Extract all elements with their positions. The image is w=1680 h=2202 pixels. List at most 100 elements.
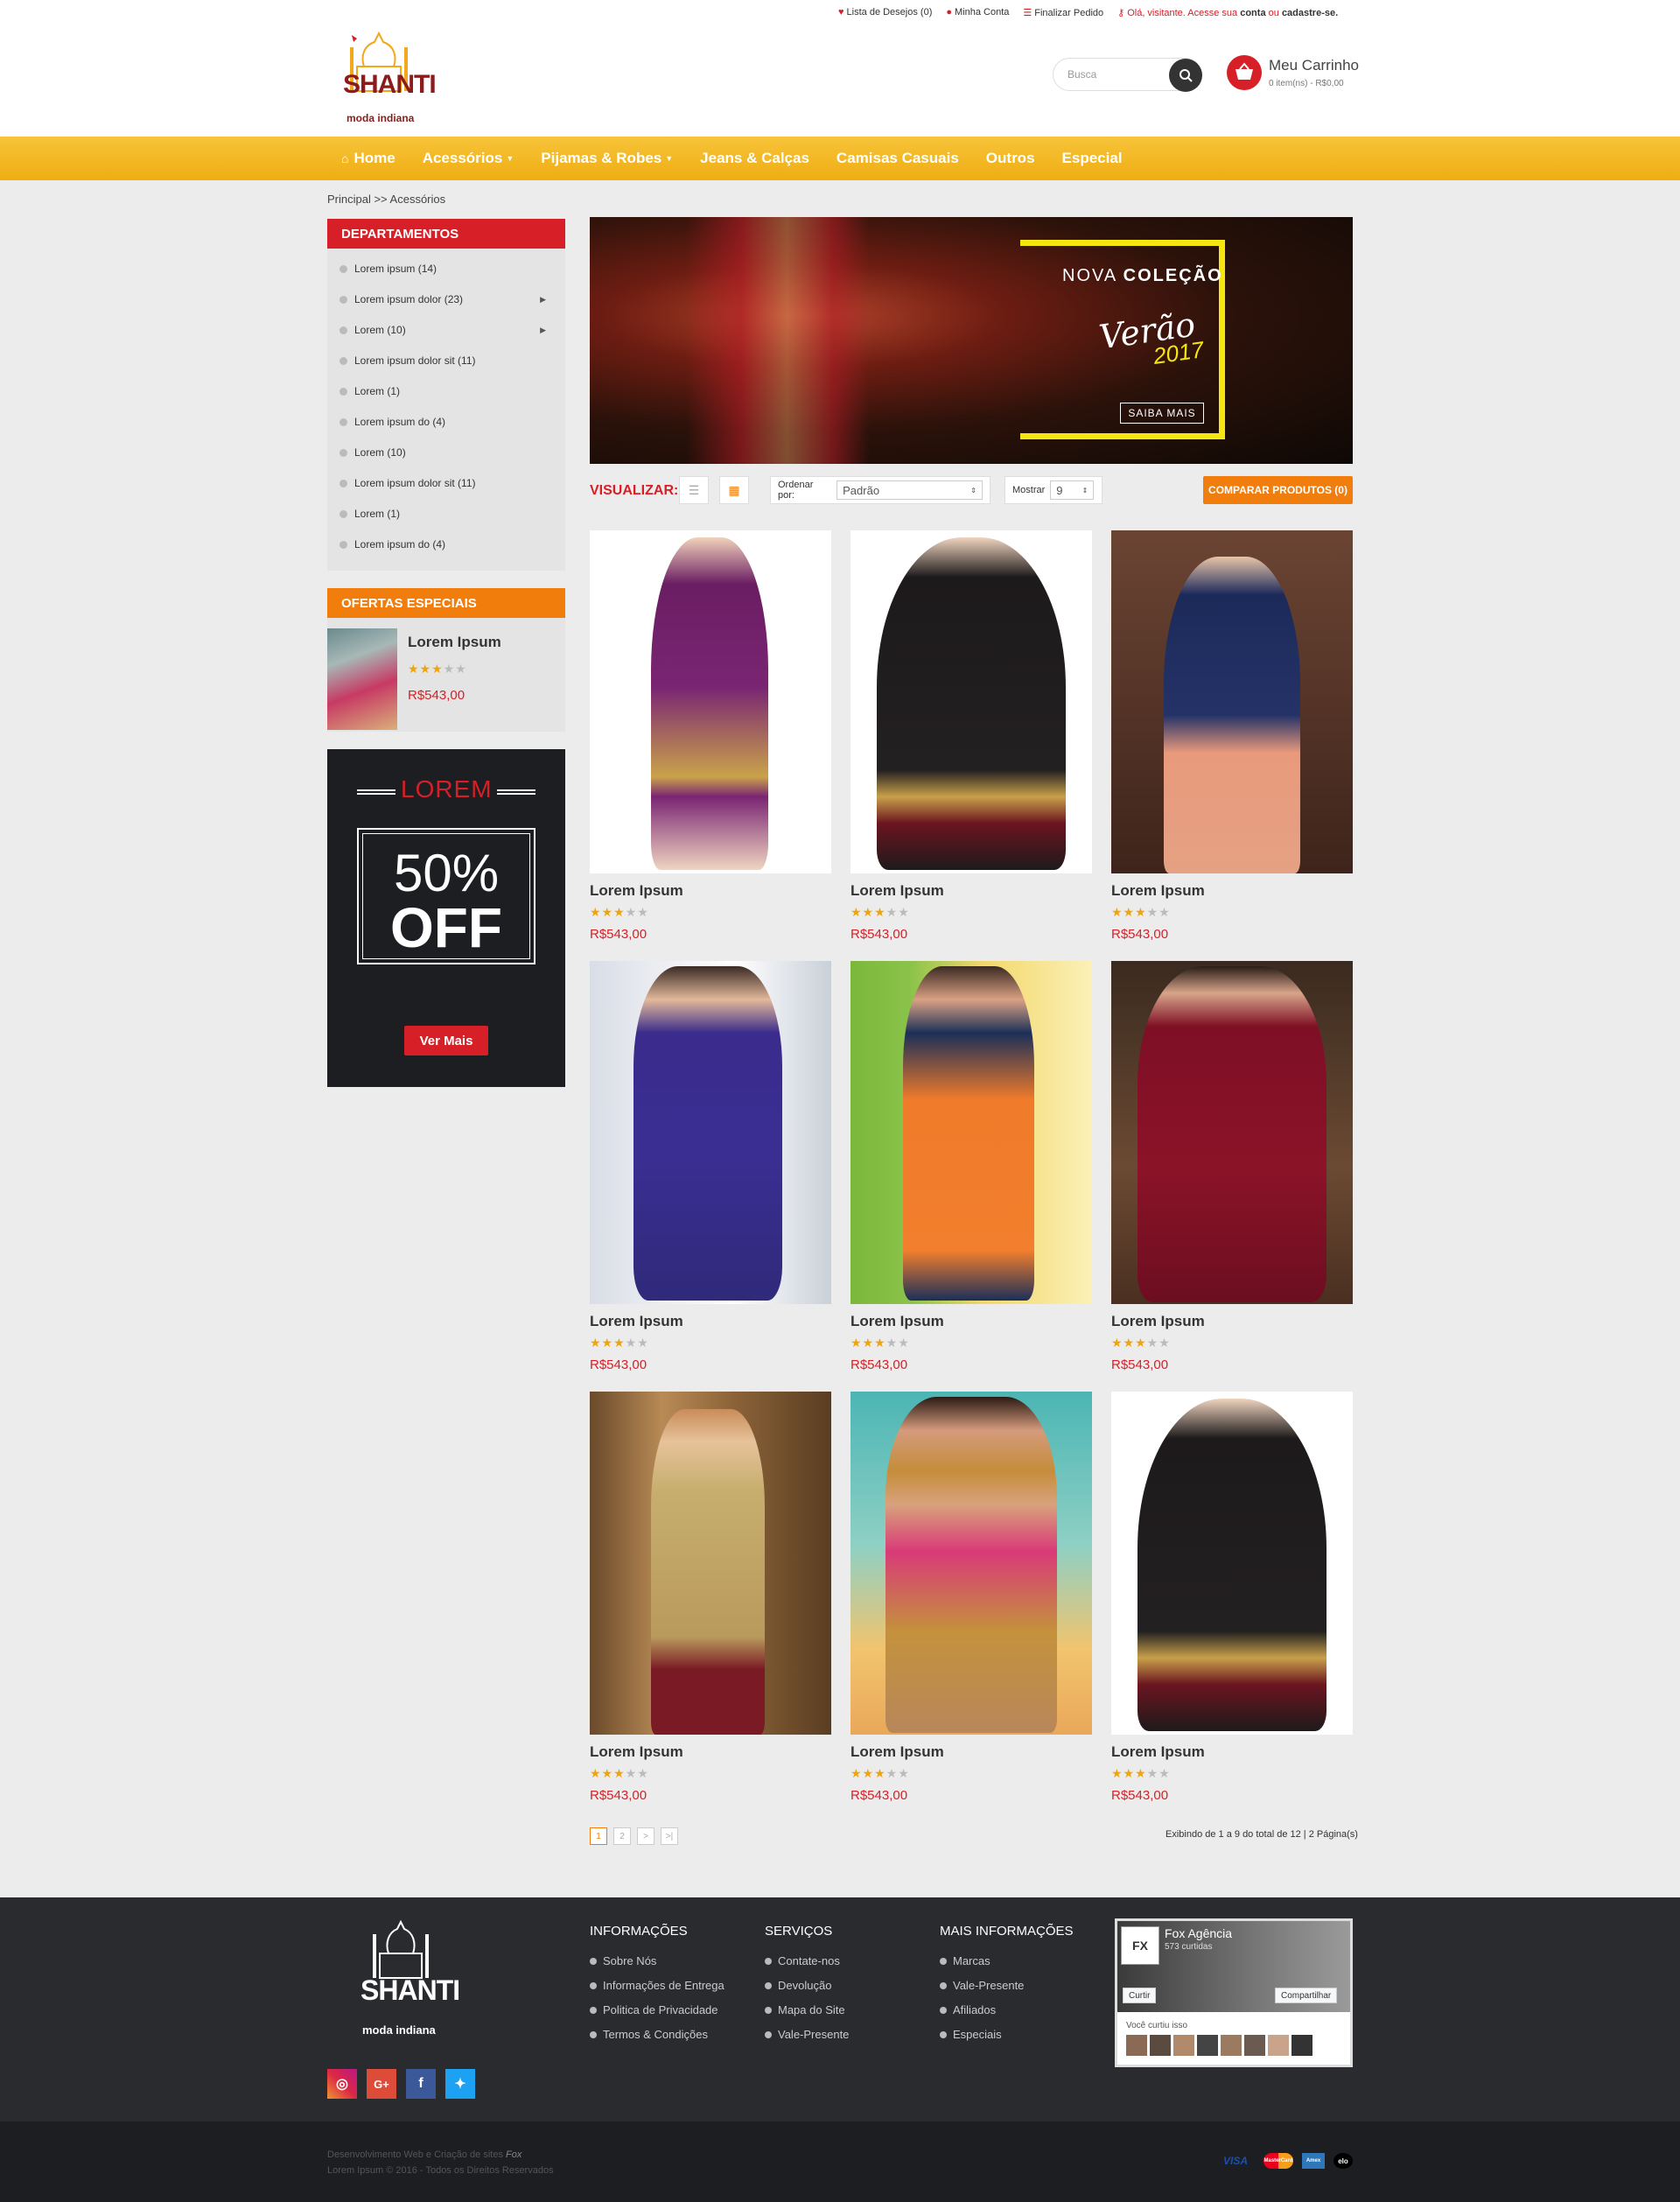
footer-link[interactable]: Contate-nos <box>765 1954 849 1967</box>
login-link[interactable]: conta <box>1240 8 1265 18</box>
fb-like-button[interactable]: Curtir <box>1123 1988 1157 2003</box>
product-card[interactable]: Lorem Ipsum ★★★★★ R$543,00 <box>590 1392 831 1803</box>
product-image[interactable] <box>590 961 831 1304</box>
product-name[interactable]: Lorem Ipsum <box>590 882 831 900</box>
offer-image[interactable] <box>327 628 397 730</box>
nav-pijamas[interactable]: Pijamas & Robes ▼ <box>541 150 673 167</box>
grid-view-button[interactable]: ▦ <box>719 476 749 504</box>
footer-link[interactable]: Afiliados <box>940 2003 1074 2016</box>
caret-down-icon: ▼ <box>506 154 514 163</box>
compare-button[interactable]: COMPARAR PRODUTOS (0) <box>1203 476 1353 504</box>
product-image[interactable] <box>590 530 831 873</box>
product-card[interactable]: Lorem Ipsum ★★★★★ R$543,00 <box>1111 530 1353 942</box>
product-name[interactable]: Lorem Ipsum <box>850 1313 1092 1330</box>
product-name[interactable]: Lorem Ipsum <box>850 1743 1092 1761</box>
page-1[interactable]: 1 <box>590 1827 607 1845</box>
department-item[interactable]: Lorem ipsum do (4) <box>340 538 553 550</box>
twitter-icon[interactable]: ✦ <box>445 2069 475 2099</box>
nav-outros[interactable]: Outros <box>986 150 1035 167</box>
list-view-button[interactable]: ☰ <box>679 476 709 504</box>
page-next[interactable]: > <box>637 1827 654 1845</box>
account-link[interactable]: ● Minha Conta <box>946 7 1009 18</box>
avatar <box>1244 2035 1265 2056</box>
department-item[interactable]: Lorem (10) ▶ <box>340 324 553 336</box>
footer-link[interactable]: Informações de Entrega <box>590 1979 724 1992</box>
facebook-icon[interactable]: f <box>406 2069 436 2099</box>
greeting: ⚷ Olá, visitante. Acesse sua conta ou cad… <box>1117 8 1339 18</box>
product-name[interactable]: Lorem Ipsum <box>1111 882 1353 900</box>
product-name[interactable]: Lorem Ipsum <box>850 882 1092 900</box>
product-card[interactable]: Lorem Ipsum ★★★★★ R$543,00 <box>1111 961 1353 1372</box>
show-select[interactable]: 9 ⇕ <box>1050 480 1095 500</box>
product-card[interactable]: Lorem Ipsum ★★★★★ R$543,00 <box>850 961 1092 1372</box>
nav-camisas[interactable]: Camisas Casuais <box>836 150 959 167</box>
footer-link[interactable]: Marcas <box>940 1954 1074 1967</box>
header: ♥ Lista de Desejos (0) ● Minha Conta ☰ Fina… <box>0 0 1680 137</box>
footer-link[interactable]: Vale-Presente <box>940 1979 1074 1992</box>
product-card[interactable]: Lorem Ipsum ★★★★★ R$543,00 <box>1111 1392 1353 1803</box>
product-name[interactable]: Lorem Ipsum <box>590 1313 831 1330</box>
product-image[interactable] <box>850 530 1092 873</box>
footer-link[interactable]: Politica de Privacidade <box>590 2003 724 2016</box>
banner-cta[interactable]: SAIBA MAIS <box>1120 403 1204 424</box>
product-card[interactable]: Lorem Ipsum ★★★★★ R$543,00 <box>850 530 1092 942</box>
department-item[interactable]: Lorem (1) <box>340 385 553 397</box>
product-name[interactable]: Lorem Ipsum <box>1111 1313 1353 1330</box>
product-name[interactable]: Lorem Ipsum <box>1111 1743 1353 1761</box>
department-item[interactable]: Lorem ipsum do (4) <box>340 416 553 428</box>
footer-link[interactable]: Especiais <box>940 2028 1074 2041</box>
nav-home[interactable]: ⌂ Home <box>341 150 396 167</box>
nav-jeans[interactable]: Jeans & Calças <box>700 150 809 167</box>
mastercard-icon: MasterCard <box>1264 2153 1293 2169</box>
department-item[interactable]: Lorem ipsum dolor sit (11) <box>340 354 553 367</box>
facebook-page-widget[interactable]: FX Fox Agência 573 curtidas Curtir Compa… <box>1115 1918 1353 2067</box>
wishlist-link[interactable]: ♥ Lista de Desejos (0) <box>838 7 932 18</box>
product-card[interactable]: Lorem Ipsum ★★★★★ R$543,00 <box>590 961 831 1372</box>
product-rating: ★★★★★ <box>1111 905 1171 919</box>
product-image[interactable] <box>590 1392 831 1735</box>
top-links: ♥ Lista de Desejos (0) ● Minha Conta ☰ Fina… <box>838 7 1338 18</box>
checkout-link[interactable]: ☰ Finalizar Pedido <box>1023 7 1103 18</box>
offer-name[interactable]: Lorem Ipsum <box>408 634 501 651</box>
product-image[interactable] <box>1111 530 1353 873</box>
nav-acessorios[interactable]: Acessórios ▼ <box>423 150 514 167</box>
list-icon: ☰ <box>1023 8 1032 18</box>
department-item[interactable]: Lorem ipsum dolor (23) ▶ <box>340 293 553 305</box>
product-image[interactable] <box>1111 961 1353 1304</box>
product-image[interactable] <box>1111 1392 1353 1735</box>
department-item[interactable]: Lorem ipsum (14) <box>340 263 553 275</box>
page-2[interactable]: 2 <box>613 1827 631 1845</box>
footer-link[interactable]: Mapa do Site <box>765 2003 849 2016</box>
google-plus-icon[interactable]: G+ <box>367 2069 396 2099</box>
footer-link[interactable]: Vale-Presente <box>765 2028 849 2041</box>
department-item[interactable]: Lorem (10) <box>340 446 553 459</box>
footer-link[interactable]: Sobre Nós <box>590 1954 724 1967</box>
promo-button[interactable]: Ver Mais <box>404 1026 488 1055</box>
search-input[interactable]: Busca <box>1068 68 1096 81</box>
sort-select[interactable]: Padrão ⇕ <box>836 480 983 500</box>
product-name[interactable]: Lorem Ipsum <box>590 1743 831 1761</box>
breadcrumb[interactable]: Principal >> Acessórios <box>327 193 445 206</box>
product-card[interactable]: Lorem Ipsum ★★★★★ R$543,00 <box>590 530 831 942</box>
fox-brand[interactable]: Fox <box>506 2149 522 2160</box>
fb-page-name[interactable]: Fox Agência <box>1165 1926 1232 1940</box>
nav-especial[interactable]: Especial <box>1062 150 1123 167</box>
search-box[interactable]: Busca <box>1053 58 1202 92</box>
department-item[interactable]: Lorem (1) <box>340 508 553 520</box>
product-rating: ★★★★★ <box>850 1766 910 1780</box>
fb-share-button[interactable]: Compartilhar <box>1275 1988 1338 2003</box>
product-image[interactable] <box>850 1392 1092 1735</box>
register-link[interactable]: cadastre-se. <box>1282 8 1338 18</box>
footer-link[interactable]: Devolução <box>765 1979 849 1992</box>
product-card[interactable]: Lorem Ipsum ★★★★★ R$543,00 <box>850 1392 1092 1803</box>
department-item[interactable]: Lorem ipsum dolor sit (11) <box>340 477 553 489</box>
footer-logo[interactable] <box>359 1918 443 1980</box>
footer-link[interactable]: Termos & Condições <box>590 2028 724 2041</box>
instagram-icon[interactable]: ◎ <box>327 2069 357 2099</box>
product-image[interactable] <box>850 961 1092 1304</box>
special-offer[interactable]: Lorem Ipsum ★★★★★ R$543,00 <box>327 618 565 732</box>
search-button[interactable] <box>1169 59 1202 92</box>
hero-banner[interactable]: NOVA COLEÇÃO Verão 2017 SAIBA MAIS <box>590 217 1353 464</box>
page-last[interactable]: >| <box>661 1827 678 1845</box>
avatar <box>1126 2035 1147 2056</box>
